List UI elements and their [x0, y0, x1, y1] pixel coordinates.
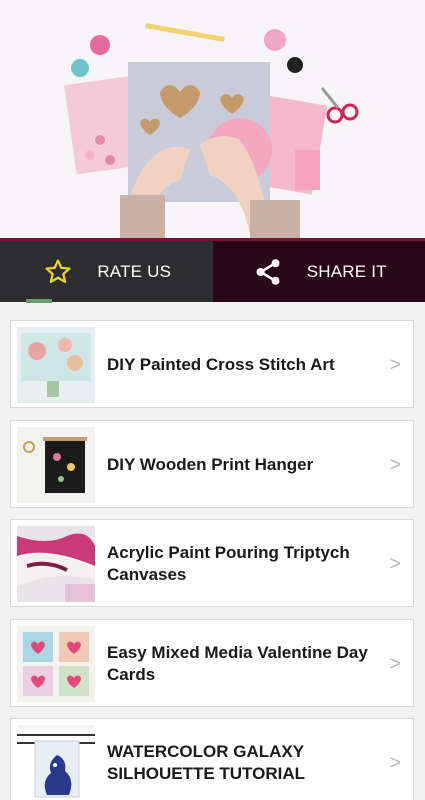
- item-title: DIY Wooden Print Hanger: [107, 455, 314, 474]
- list-item[interactable]: WATERCOLOR GALAXY SILHOUETTE TUTORIAL >: [10, 718, 414, 800]
- chevron-right-icon: >: [389, 652, 401, 675]
- share-icon: [251, 255, 285, 289]
- star-icon: [41, 255, 75, 289]
- list-item[interactable]: Acrylic Paint Pouring Triptych Canvases …: [10, 519, 414, 607]
- thumbnail-print-hanger: [17, 427, 95, 503]
- item-title: Easy Mixed Media Valentine Day Cards: [107, 643, 368, 684]
- list-item[interactable]: Easy Mixed Media Valentine Day Cards >: [10, 619, 414, 707]
- item-title: Acrylic Paint Pouring Triptych Canvases: [107, 543, 350, 584]
- thumbnail-watercolor-galaxy: [17, 725, 95, 800]
- list-item[interactable]: DIY Wooden Print Hanger >: [10, 420, 414, 508]
- rate-us-button[interactable]: RATE US: [0, 241, 213, 302]
- project-list: DIY Painted Cross Stitch Art > DIY Woode…: [0, 299, 425, 800]
- item-title: DIY Painted Cross Stitch Art: [107, 355, 335, 374]
- item-title: WATERCOLOR GALAXY SILHOUETTE TUTORIAL: [107, 742, 306, 783]
- share-it-label: SHARE IT: [306, 261, 387, 281]
- partial-thumbnail: [26, 299, 52, 303]
- thumbnail-paint-pouring: [17, 526, 95, 602]
- share-it-button[interactable]: SHARE IT: [212, 241, 425, 302]
- rate-us-label: RATE US: [97, 261, 172, 281]
- thumbnail-cross-stitch: [17, 327, 95, 403]
- chevron-right-icon: >: [389, 353, 401, 376]
- thumbnail-valentine-cards: [17, 626, 95, 702]
- action-bar: RATE US SHARE IT: [0, 238, 425, 302]
- chevron-right-icon: >: [389, 751, 401, 774]
- hero-image: [0, 0, 425, 242]
- chevron-right-icon: >: [389, 552, 401, 575]
- chevron-right-icon: >: [389, 453, 401, 476]
- list-item[interactable]: DIY Painted Cross Stitch Art >: [10, 320, 414, 408]
